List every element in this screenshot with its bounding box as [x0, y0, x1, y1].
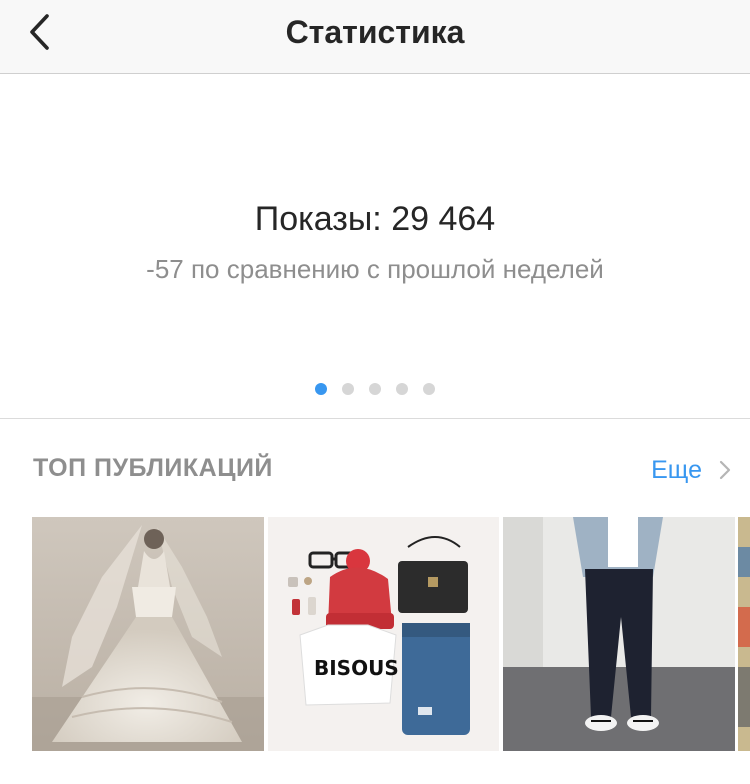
flatlay-photo: BISOUS [268, 517, 499, 751]
page-dot-4[interactable] [396, 383, 408, 395]
section-divider [0, 418, 750, 419]
partial-photo [738, 517, 750, 751]
more-link[interactable]: Еще [651, 448, 732, 492]
page-dot-2[interactable] [342, 383, 354, 395]
fashion-photo [503, 517, 735, 751]
post-thumbnail-fashion[interactable] [503, 517, 735, 751]
post-thumbnail-partial[interactable] [738, 517, 750, 751]
svg-text:BISOUS: BISOUS [314, 656, 399, 680]
nav-header: Статистика [0, 0, 750, 74]
chevron-left-icon [30, 14, 49, 50]
page-dot-5[interactable] [423, 383, 435, 395]
top-posts-grid: BISOUS [32, 517, 750, 751]
more-label: Еще [651, 455, 702, 484]
top-posts-header: ТОП ПУБЛИКАЦИЙ Еще [0, 440, 750, 500]
page-title: Статистика [285, 14, 465, 50]
back-button[interactable] [18, 10, 62, 54]
page-indicator [0, 383, 750, 395]
chevron-right-icon [719, 460, 731, 480]
section-title: ТОП ПУБЛИКАЦИЙ [33, 454, 273, 482]
page-dot-3[interactable] [369, 383, 381, 395]
post-thumbnail-flatlay[interactable]: BISOUS [268, 517, 499, 751]
stats-carousel[interactable]: Показы: 29 464 -57 по сравнению с прошло… [0, 74, 750, 419]
bride-photo [32, 517, 264, 751]
weekly-comparison: -57 по сравнению с прошлой неделей [146, 254, 604, 284]
impressions-metric: Показы: 29 464 [254, 200, 496, 238]
post-thumbnail-bride[interactable] [32, 517, 264, 751]
page-dot-1[interactable] [315, 383, 327, 395]
